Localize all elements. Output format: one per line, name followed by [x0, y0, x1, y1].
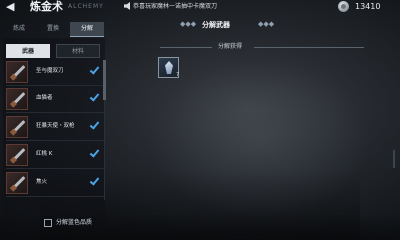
item-name: 红桃 K	[36, 151, 53, 157]
gun-icon	[10, 148, 26, 163]
checkmark-icon[interactable]	[90, 176, 100, 186]
weapon-thumbnail	[6, 88, 28, 110]
list-item[interactable]: 红桃 K	[6, 143, 104, 167]
item-name: 血猫者	[36, 95, 53, 101]
checkmark-icon[interactable]	[90, 92, 100, 102]
item-name: 圣与魔双刀	[36, 68, 64, 74]
divider-right	[254, 47, 364, 48]
speaker-icon	[124, 2, 130, 10]
launcher-icon	[10, 176, 26, 191]
rifle-icon	[10, 92, 26, 107]
side-handle	[393, 150, 395, 168]
currency-value: 13410	[355, 2, 381, 11]
sword-icon	[10, 65, 26, 80]
mode-tabs: 炼成 置换 分解	[0, 22, 106, 37]
page-title: 炼金术	[30, 0, 63, 13]
tab-materials[interactable]: 材料	[56, 44, 100, 58]
divider	[6, 112, 104, 113]
divider	[6, 168, 104, 169]
list-item[interactable]: 血猫者	[6, 87, 104, 111]
alchemy-screen: ◀ 炼金术 ALCHEMY 恭喜玩家魔林一诺抽中卡魔双刀 13410 炼成 置换…	[0, 0, 400, 240]
crystal-icon	[165, 61, 173, 74]
blue-quality-label: 分解蓝色品质	[56, 219, 93, 226]
blue-quality-checkbox[interactable]	[44, 219, 52, 227]
checkmark-icon[interactable]	[90, 65, 100, 75]
weapon-thumbnail	[6, 144, 28, 166]
checkmark-icon[interactable]	[90, 148, 100, 158]
page-title-en: ALCHEMY	[68, 3, 104, 10]
weapon-thumbnail	[6, 172, 28, 194]
weapon-thumbnail	[6, 116, 28, 138]
ornament-left: ◆◆◆	[180, 20, 197, 28]
result-label: 分解获得	[218, 43, 243, 50]
item-name: 焦火	[36, 179, 48, 185]
announcement-banner: 恭喜玩家魔林一诺抽中卡魔双刀	[124, 1, 324, 12]
pistol-icon	[10, 120, 26, 135]
title-bar: ◀ 炼金术 ALCHEMY	[0, 0, 130, 14]
list-item[interactable]: 狂暴天使・双枪	[6, 115, 104, 139]
decompose-header: ◆◆◆ 分解武器 ◆◆◆	[180, 18, 300, 32]
weapon-thumbnail	[6, 61, 28, 83]
scrollbar-thumb[interactable]	[103, 60, 106, 100]
checkmark-icon[interactable]	[90, 120, 100, 130]
ornament-right: ◆◆◆	[258, 20, 275, 28]
divider	[6, 85, 104, 86]
category-tabs: 武器 材料	[6, 44, 104, 58]
tab-decompose[interactable]: 分解	[70, 22, 104, 37]
item-name: 狂暴天使・双枪	[36, 123, 75, 129]
back-arrow-icon[interactable]: ◀	[6, 1, 14, 13]
result-count: 7	[176, 72, 180, 78]
list-item[interactable]: 圣与魔双刀	[6, 60, 104, 84]
divider	[6, 196, 104, 197]
section-title: 分解武器	[202, 21, 230, 29]
tab-weapons[interactable]: 武器	[6, 44, 50, 58]
list-item[interactable]: 焦火	[6, 171, 104, 195]
silver-coin-icon	[338, 1, 349, 12]
tab-exchange[interactable]: 置换	[36, 22, 70, 36]
divider	[6, 140, 104, 141]
announcement-text: 恭喜玩家魔林一诺抽中卡魔双刀	[133, 3, 218, 10]
divider-left	[160, 47, 212, 48]
tab-craft[interactable]: 炼成	[2, 22, 36, 36]
